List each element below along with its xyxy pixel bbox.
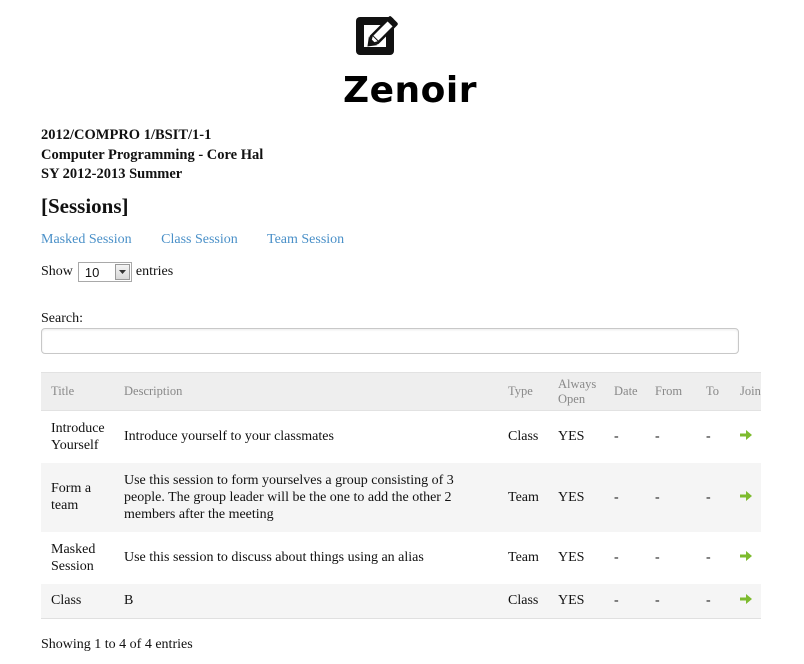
cell-join xyxy=(730,531,761,584)
table-row: Class B Class YES - - - xyxy=(41,583,761,619)
cell-title: Introduce Yourself xyxy=(41,410,114,463)
class-session-link[interactable]: Class Session xyxy=(161,232,238,247)
cell-from: - xyxy=(645,462,696,532)
session-links: Masked Session Class Session Team Sessio… xyxy=(41,232,370,248)
course-code: 2012/COMPRO 1/BSIT/1-1 xyxy=(41,127,212,143)
show-label: Show xyxy=(41,264,73,279)
course-name: Computer Programming - Core Hal xyxy=(41,146,264,163)
cell-to: - xyxy=(696,583,730,619)
col-description[interactable]: Description xyxy=(114,372,498,411)
col-from[interactable]: From xyxy=(645,372,696,411)
cell-join xyxy=(730,462,761,532)
table-row: Introduce Yourself Introduce yourself to… xyxy=(41,410,761,463)
cell-description: Use this session to discuss about things… xyxy=(114,531,498,584)
cell-join xyxy=(730,583,761,619)
col-join[interactable]: Join xyxy=(730,372,761,411)
cell-description: Introduce yourself to your classmates xyxy=(114,410,498,463)
sessions-table: Title Description Type Always Open Date … xyxy=(41,372,761,619)
length-menu: Show 10 entries xyxy=(41,262,173,282)
cell-to: - xyxy=(696,531,730,584)
cell-from: - xyxy=(645,531,696,584)
join-arrow-icon[interactable] xyxy=(740,428,752,441)
cell-title: Masked Session xyxy=(41,531,114,584)
cell-to: - xyxy=(696,462,730,532)
cell-title: Form a team xyxy=(41,462,114,532)
join-arrow-icon[interactable] xyxy=(740,549,752,561)
cell-type: Team xyxy=(498,531,548,584)
search-input[interactable] xyxy=(41,328,739,354)
entries-select-value: 10 xyxy=(84,264,100,280)
logo-edit-icon xyxy=(355,13,401,59)
table-header-row: Title Description Type Always Open Date … xyxy=(41,372,761,411)
cell-always-open: YES xyxy=(548,410,604,463)
table-info: Showing 1 to 4 of 4 entries xyxy=(41,637,193,652)
cell-title: Class xyxy=(41,583,114,619)
entries-select[interactable]: 10 xyxy=(77,262,132,282)
masked-session-link[interactable]: Masked Session xyxy=(41,232,132,247)
cell-always-open: YES xyxy=(548,531,604,584)
brand-name: Zenoir xyxy=(343,70,477,111)
search-label: Search: xyxy=(41,311,83,326)
col-to[interactable]: To xyxy=(696,372,730,411)
join-arrow-icon[interactable] xyxy=(740,592,752,605)
cell-type: Class xyxy=(498,583,548,619)
cell-type: Team xyxy=(498,462,548,532)
cell-date: - xyxy=(604,531,645,584)
cell-to: - xyxy=(696,410,730,463)
col-date[interactable]: Date xyxy=(604,372,645,411)
cell-type: Class xyxy=(498,410,548,463)
cell-date: - xyxy=(604,583,645,619)
join-arrow-icon[interactable] xyxy=(740,489,752,501)
cell-always-open: YES xyxy=(548,462,604,532)
course-term: SY 2012-2013 Summer xyxy=(41,166,183,182)
col-type[interactable]: Type xyxy=(498,372,548,411)
team-session-link[interactable]: Team Session xyxy=(267,232,344,247)
cell-join xyxy=(730,410,761,463)
cell-from: - xyxy=(645,583,696,619)
cell-date: - xyxy=(604,410,645,463)
course-info: 2012/COMPRO 1/BSIT/1-1 Computer Programm… xyxy=(41,126,263,185)
entries-label: entries xyxy=(135,264,174,279)
table-row: Masked Session Use this session to discu… xyxy=(41,531,761,584)
page-title: [Sessions] xyxy=(41,194,129,218)
chevron-down-icon[interactable] xyxy=(114,264,130,280)
cell-description: B xyxy=(114,583,498,619)
cell-description: Use this session to form yourselves a gr… xyxy=(114,462,498,532)
table-row: Form a team Use this session to form you… xyxy=(41,462,761,532)
col-title[interactable]: Title xyxy=(41,372,114,411)
col-always-open[interactable]: Always Open xyxy=(548,372,604,411)
cell-date: - xyxy=(604,462,645,532)
cell-always-open: YES xyxy=(548,583,604,619)
cell-from: - xyxy=(645,410,696,463)
